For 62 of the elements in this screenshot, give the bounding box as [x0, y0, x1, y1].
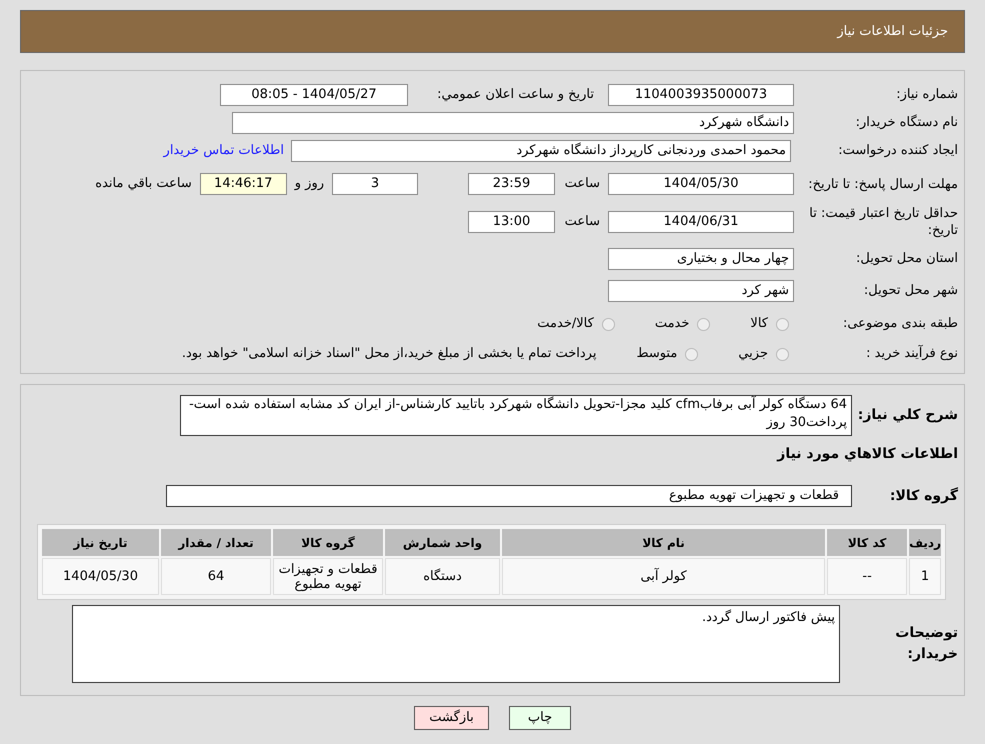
radio-button[interactable]	[776, 318, 789, 330]
field-value: 1104003935000073	[608, 84, 794, 106]
table-cell: --	[827, 558, 908, 595]
field-label: شماره نیاز:	[895, 86, 959, 104]
contact-link[interactable]: اطلاعات تماس خریدار	[164, 141, 288, 161]
field-label: ایجاد کننده درخواست:	[837, 142, 959, 160]
section-title: اطلاعات کالاهاي مورد نياز	[776, 445, 959, 464]
table-cell: دستگاه	[385, 558, 500, 595]
description-field: 64 دستگاه کولر آبی برفابcfm کلید مجزا-تحویل دانشگاه شهرکرد باتایید کارشناس-از ایران کد مشابه استفاده شده است-پرداخت30 روز	[180, 395, 852, 436]
table-cell: 1	[909, 558, 941, 595]
field-label: حداقل تاریخ اعتبار قیمت: تا تاریخ:	[808, 205, 959, 239]
column-header: تعداد / مقدار	[161, 529, 271, 556]
field-value: شهر کرد	[608, 280, 794, 302]
field-value: 3	[332, 173, 418, 195]
page-title: جزئیات اطلاعات نیاز	[837, 22, 948, 41]
field-value: چهار محال و بختیاری	[608, 248, 794, 270]
field-label: طبقه بندی موضوعی:	[842, 315, 959, 334]
radio-label: خدمت	[654, 315, 690, 334]
column-header: کد کالا	[827, 529, 908, 556]
print-button[interactable]: چاپ	[509, 706, 571, 730]
radio-label: متوسط	[636, 345, 678, 364]
field-label: مهلت ارسال پاسخ: تا تاریخ:	[807, 176, 959, 192]
countdown-value: 14:46:17	[200, 173, 287, 195]
radio-button[interactable]	[685, 348, 698, 360]
field-label: نام دستگاه خریدار:	[854, 114, 959, 132]
field-label: ساعت باقي مانده	[95, 175, 193, 194]
field-label: شرح کلي نياز:	[856, 406, 959, 425]
field-value: دانشگاه شهرکرد	[232, 112, 794, 134]
column-header: گروه کالا	[273, 529, 383, 556]
field-label: توضیحات خریدار:	[894, 624, 959, 664]
table-cell: 64	[161, 558, 271, 595]
radio-button[interactable]	[697, 318, 710, 330]
radio-button[interactable]	[602, 318, 615, 330]
radio-label: کالا	[750, 315, 768, 334]
radio-label: کالا/خدمت	[537, 315, 594, 334]
table-cell: کولر آبی	[502, 558, 826, 595]
notes-field: پیش فاکتور ارسال گردد.	[72, 605, 840, 683]
field-label: نوع فرآیند خرید :	[865, 344, 959, 364]
field-value: 1404/05/27 - 08:05	[220, 84, 408, 106]
field-value: 1404/05/30	[608, 173, 794, 195]
radio-button[interactable]	[776, 348, 789, 360]
table-cell: قطعات و تجهیزات تهویه مطبوع	[273, 558, 383, 595]
field-value: محمود احمدی وردنجانی کارپرداز دانشگاه شهرکرد	[291, 140, 791, 162]
field-value: 1404/06/31	[608, 211, 794, 233]
field-label: شهر محل تحویل:	[862, 282, 959, 300]
field-label: ساعت	[564, 213, 601, 232]
column-header: رديف	[909, 529, 941, 556]
column-header: نام کالا	[502, 529, 826, 556]
column-header: واحد شمارش	[385, 529, 500, 556]
field-value: 23:59	[468, 173, 555, 195]
field-label: گروه کالا:	[888, 486, 959, 506]
field-value: 13:00	[468, 211, 555, 233]
field-label: استان محل تحویل:	[855, 250, 959, 268]
field-label: تاریخ و ساعت اعلان عمومي:	[436, 86, 594, 104]
payment-note: پرداخت تمام یا بخشی از مبلغ خرید،از محل "اسناد خزانه اسلامی" خواهد بود.	[182, 345, 596, 364]
table-cell: 1404/05/30	[42, 558, 159, 595]
field-label: ساعت	[564, 175, 601, 194]
radio-label: جزيي	[738, 345, 768, 364]
field-label: روز و	[293, 175, 325, 194]
field-value: قطعات و تجهیزات تهویه مطبوع	[166, 485, 852, 507]
back-button[interactable]: بازگشت	[414, 706, 489, 730]
column-header: تاریخ نیاز	[42, 529, 159, 556]
